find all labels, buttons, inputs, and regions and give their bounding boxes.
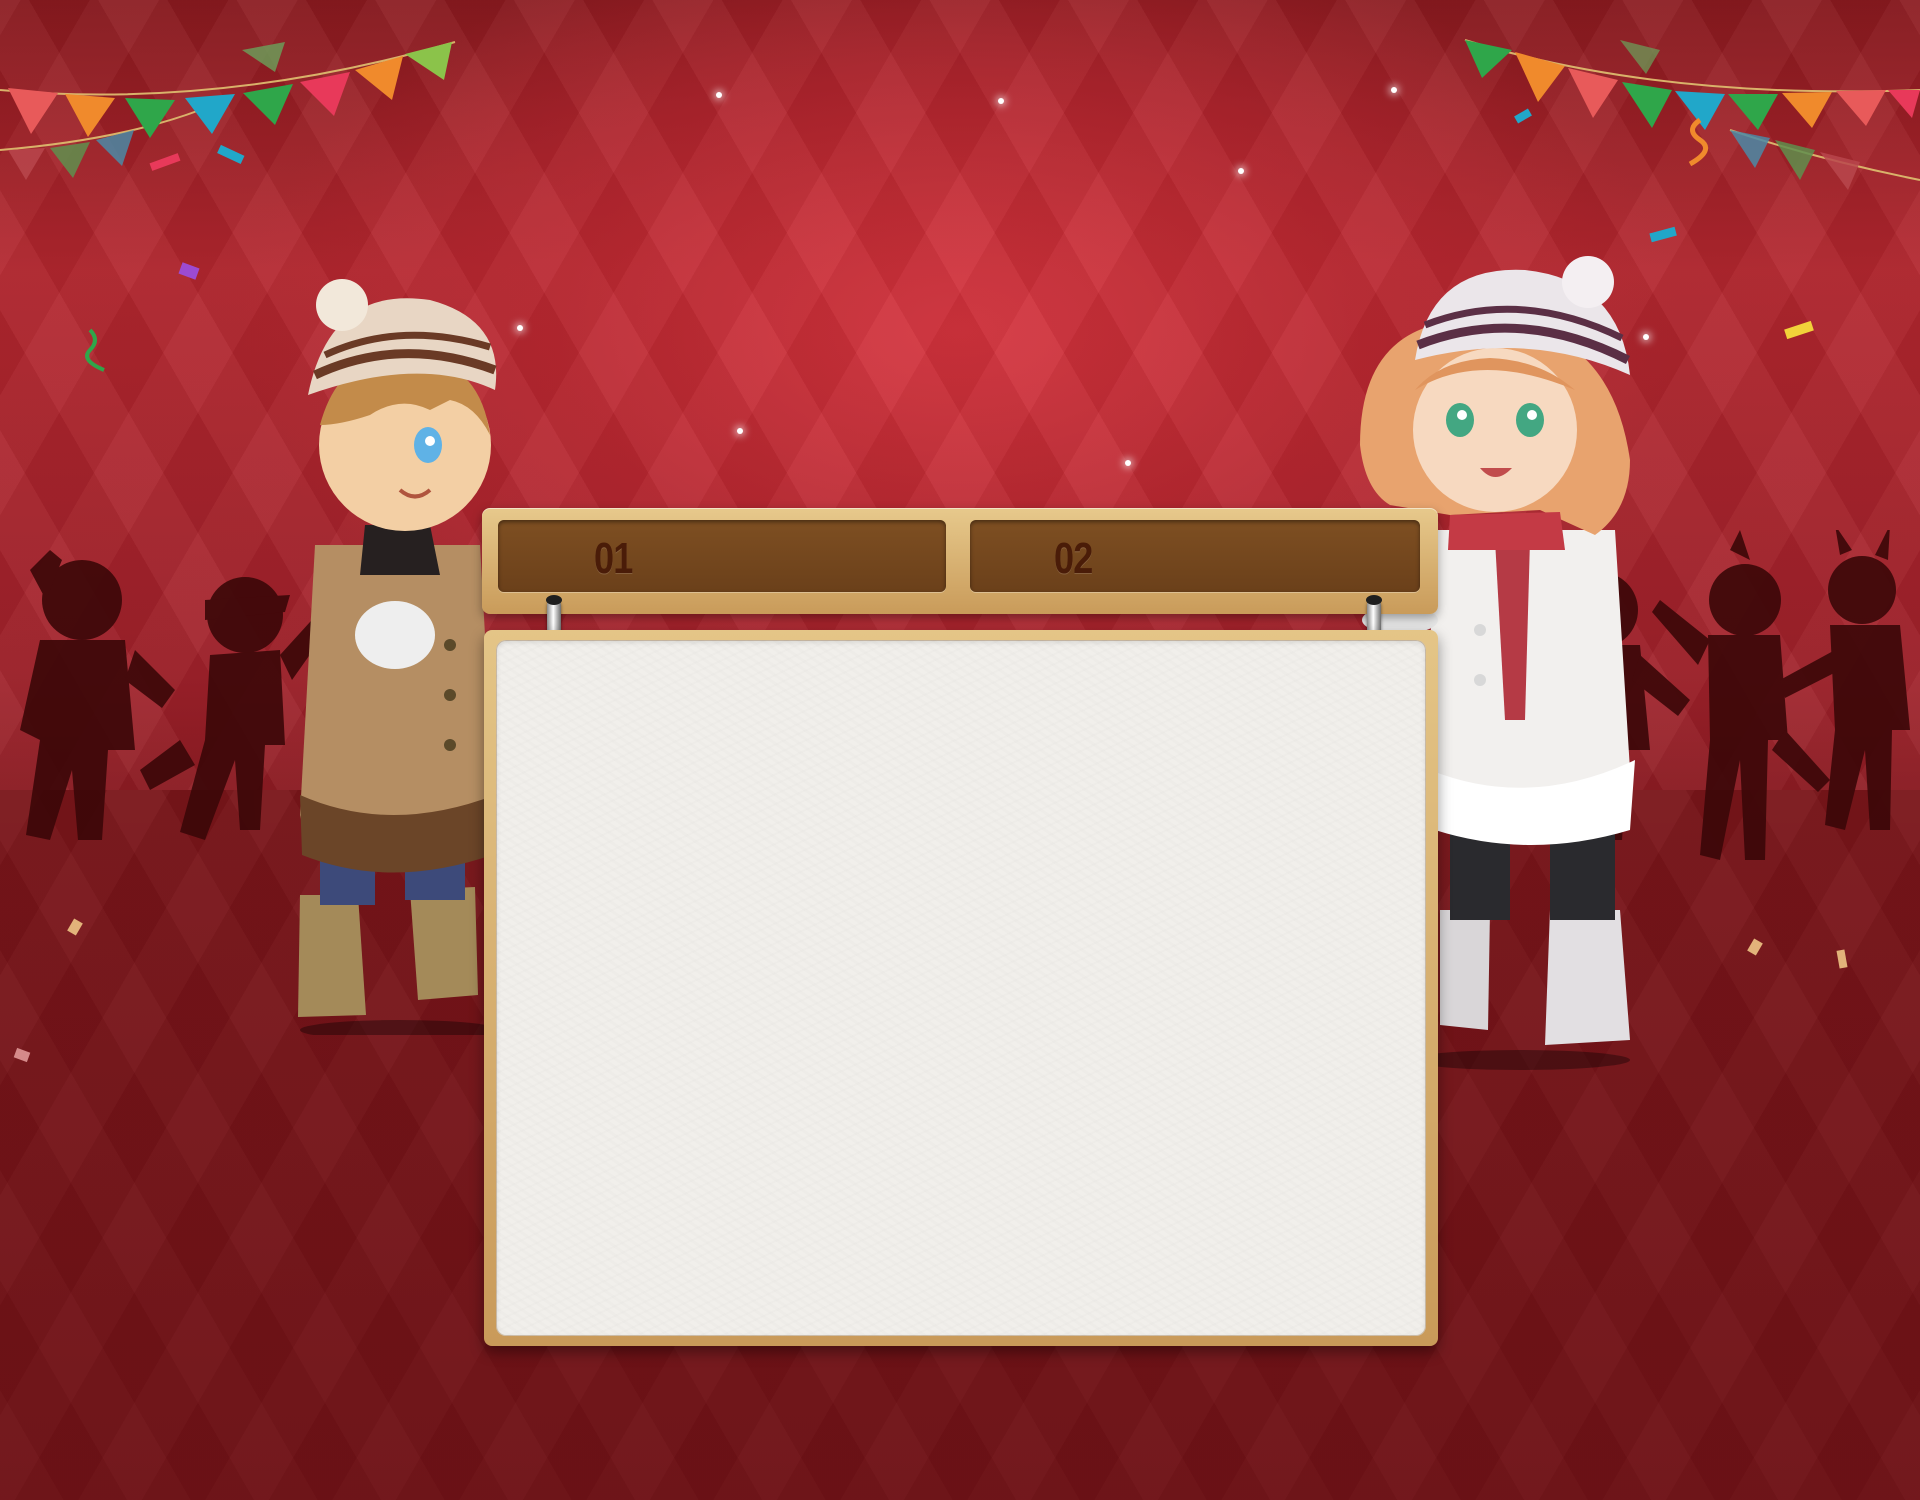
content-board-frame [484,630,1438,1346]
sparkle-icon [517,325,523,331]
sparkle-icon [716,92,722,98]
tab-01-label: 01 [594,534,633,583]
sparkle-icon [1391,87,1397,93]
boy-character-icon [298,279,500,1035]
tab-02-label: 02 [1054,534,1093,583]
tab-bar-frame: 01 02 [482,508,1438,614]
sparkle-icon [1238,168,1244,174]
sparkle-icon [737,428,743,434]
tab-01[interactable]: 01 [498,520,946,592]
sparkle-icon [998,98,1004,104]
content-paper-panel [496,640,1426,1336]
sparkle-icon [1125,460,1131,466]
tab-02[interactable]: 02 [970,520,1420,592]
